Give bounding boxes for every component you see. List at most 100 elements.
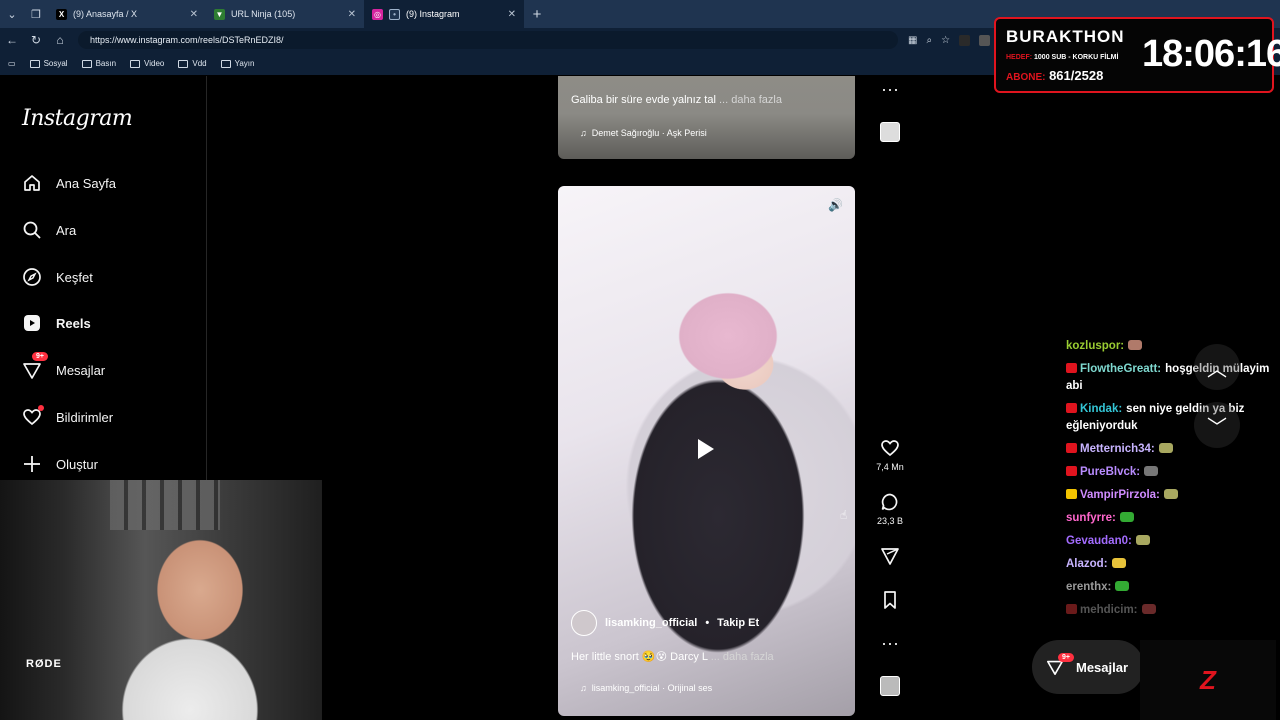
more-options-icon[interactable]: ···: [870, 634, 910, 652]
save-button[interactable]: [870, 590, 910, 610]
reel-audio[interactable]: ♫ lisamking_official · Orijinal ses: [580, 683, 712, 693]
reel-author: lisamking_official • Takip Et: [571, 610, 759, 636]
close-icon[interactable]: ✕: [190, 9, 198, 20]
home-icon[interactable]: ⌂: [48, 33, 72, 47]
tab-x[interactable]: X (9) Anasayfa / X ✕: [48, 0, 206, 28]
chat-username: FlowtheGreatt:: [1080, 363, 1162, 375]
audio-thumbnail[interactable]: [870, 676, 910, 696]
subs-label: ABONE:: [1006, 72, 1046, 83]
sidebar-item-label: Ana Sayfa: [56, 175, 116, 191]
tab-list-icon[interactable]: ⌄: [0, 0, 24, 28]
new-tab-button[interactable]: +: [524, 6, 550, 23]
microphone-label: RØDE: [26, 658, 62, 670]
caption-text: Her little snort 🥹😵 Darcy L: [571, 651, 708, 663]
emote-icon: [1135, 535, 1150, 545]
bookmark-icon: [884, 591, 896, 609]
counter-goal: HEDEF: 1000 SUB - KORKU FİLMİ: [1006, 54, 1118, 61]
sidebar-item-label: Oluştur: [56, 456, 98, 472]
extension-icon[interactable]: [979, 34, 991, 46]
share-icon: [881, 548, 899, 565]
subathon-counter: BURAKTHON HEDEF: 1000 SUB - KORKU FİLMİ …: [994, 17, 1280, 93]
close-icon[interactable]: ✕: [348, 9, 356, 20]
tab-title: (9) Instagram: [406, 9, 460, 19]
chat-username: Gevaudan0:: [1066, 535, 1132, 547]
bookmark-folder[interactable]: Sosyal: [29, 59, 68, 68]
chat-username: Alazod:: [1066, 558, 1108, 570]
back-icon[interactable]: ←: [0, 33, 24, 47]
favorite-icon[interactable]: ☆: [941, 35, 950, 46]
url-input[interactable]: https://www.instagram.com/reels/DSTeRnED…: [78, 31, 898, 49]
like-button[interactable]: 7,4 Mn: [870, 438, 910, 472]
comment-button[interactable]: 23,3 B: [870, 492, 910, 526]
messages-pill[interactable]: 9+ Mesajlar: [1032, 640, 1144, 694]
play-icon[interactable]: [698, 439, 714, 459]
subs-value: 861/2528: [1049, 68, 1104, 83]
reading-list-icon[interactable]: ▭: [8, 59, 16, 68]
avatar[interactable]: [571, 610, 597, 636]
close-icon[interactable]: ✕: [508, 9, 516, 20]
sidebar-item-label: Ara: [56, 222, 77, 238]
chat-message: Gevaudan0:: [1066, 533, 1278, 550]
sidebar-item-create[interactable]: Oluştur: [22, 454, 98, 474]
sidebar-item-reels[interactable]: Reels: [22, 313, 91, 333]
chat-message: PureBlvck:: [1066, 464, 1278, 481]
emote-icon: [1119, 512, 1134, 522]
chat-username: sunfyrre:: [1066, 512, 1116, 524]
sidebar-item-label: Bildirimler: [56, 409, 114, 425]
share-button[interactable]: [870, 546, 910, 566]
reel-audio[interactable]: ♫ Demet Sağıroğlu · Aşk Perisi: [580, 128, 707, 138]
compass-icon: [22, 267, 42, 287]
badge-icon: [1066, 443, 1077, 453]
chat-message: sunfyrre:: [1066, 510, 1278, 527]
chat-username: erenthx:: [1066, 581, 1112, 593]
sidebar-item-home[interactable]: Ana Sayfa: [22, 173, 116, 193]
chat-message: FlowtheGreatt: hoşgeldin mülayim abi: [1066, 361, 1278, 395]
reload-icon[interactable]: ↻: [24, 33, 48, 47]
extension-icon[interactable]: [959, 34, 971, 46]
reel-video[interactable]: 🔊 lisamking_official • Takip Et Her litt…: [558, 186, 855, 716]
workspaces-icon[interactable]: ❐: [24, 0, 48, 28]
sidebar-item-search[interactable]: Ara: [22, 220, 76, 240]
heart-icon: [881, 440, 899, 457]
bookmark-folder[interactable]: Basın: [81, 59, 116, 68]
bookmark-folder[interactable]: Yayın: [220, 59, 254, 68]
folder-icon: [220, 59, 231, 68]
notification-badge: 9+: [1058, 653, 1074, 662]
previous-reel[interactable]: Galiba bir süre evde yalnız tal ... daha…: [558, 76, 855, 159]
previous-reel-button[interactable]: ︿: [1194, 344, 1240, 390]
grid-icon[interactable]: ▦: [908, 35, 917, 46]
sidebar-item-notifications[interactable]: Bildirimler: [22, 405, 114, 427]
more-link[interactable]: ... daha fazla: [719, 94, 782, 106]
hand-cursor-icon: ☝: [840, 508, 848, 522]
bookmark-folder[interactable]: Video: [130, 59, 164, 68]
badge-icon: [1066, 403, 1077, 413]
zoom-icon[interactable]: ⌕: [926, 35, 932, 46]
more-link[interactable]: ... daha fazla: [711, 651, 774, 663]
follow-button[interactable]: Takip Et: [717, 617, 759, 629]
sidebar-item-explore[interactable]: Keşfet: [22, 267, 93, 287]
music-note-icon: ♫: [580, 683, 587, 693]
reels-icon: [22, 313, 42, 333]
goal-text: 1000 SUB - KORKU FİLMİ: [1034, 54, 1119, 61]
username[interactable]: lisamking_official: [605, 617, 697, 629]
audio-thumbnail[interactable]: [870, 122, 910, 142]
more-options-icon[interactable]: ···: [870, 80, 910, 98]
audio-label: Demet Sağıroğlu · Aşk Perisi: [591, 128, 707, 138]
badge-icon: [1066, 363, 1077, 373]
volume-icon[interactable]: 🔊: [828, 198, 843, 212]
notification-badge: 9+: [32, 352, 48, 361]
counter-subs: ABONE: 861/2528: [1006, 68, 1103, 83]
sidebar-item-messages[interactable]: 9+ Mesajlar: [22, 352, 105, 380]
chat-username: PureBlvck:: [1080, 466, 1141, 478]
instagram-logo[interactable]: Instagram: [22, 106, 133, 131]
next-reel-button[interactable]: ﹀: [1194, 402, 1240, 448]
chat-username: Kindak:: [1080, 403, 1123, 415]
tab-instagram[interactable]: ◎ • (9) Instagram ✕: [364, 0, 524, 28]
bookmark-folder[interactable]: Vdd: [178, 59, 207, 68]
channel-logo: Z: [1140, 640, 1276, 720]
chat-message: Alazod:: [1066, 556, 1278, 573]
chat-message: mehdicim:: [1066, 602, 1278, 619]
tab-url-ninja[interactable]: ▼ URL Ninja (105) ✕: [206, 0, 364, 28]
music-note-icon: ♫: [580, 128, 587, 138]
stream-chat: kozluspor: FlowtheGreatt: hoşgeldin mülayi…: [1066, 338, 1278, 625]
